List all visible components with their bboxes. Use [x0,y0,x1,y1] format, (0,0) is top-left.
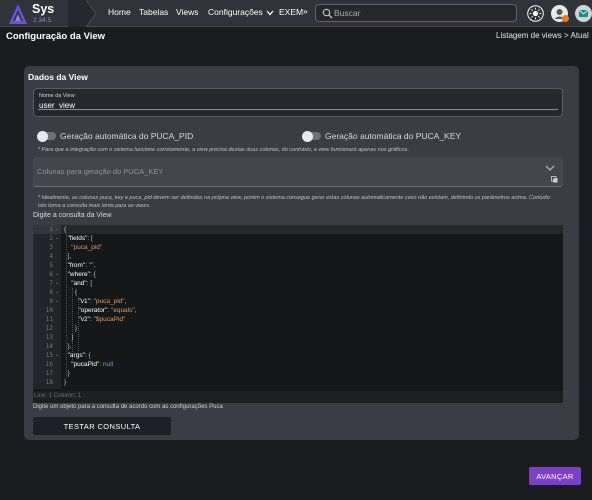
user-settings-icon[interactable] [551,5,569,22]
notifications-icon[interactable] [575,5,592,22]
breadcrumb[interactable]: Listagem de views > Atual [496,31,589,40]
search-icon [322,8,333,19]
nav-configuracoes-label: Configurações [208,7,263,17]
toggle-puca-pid[interactable] [37,130,56,142]
fold-marker[interactable]: ⌄ [55,352,60,358]
search-input[interactable]: Buscar [315,4,517,22]
brand-divider [68,0,96,27]
nav-configuracoes[interactable]: Configurações [208,7,274,17]
fold-marker[interactable]: ⌄ [55,298,60,304]
line-number: 9 [49,298,53,305]
fold-marker[interactable]: ⌄ [55,271,60,277]
notifications-glyph [578,9,589,17]
columns-placeholder: Colunas para geração do PUCA_KEY [37,167,164,176]
code-line: "puca_pid" [71,244,103,251]
test-query-button[interactable]: TESTAR CONSULTA [33,417,171,435]
line-number: 15 [45,352,53,359]
fold-marker[interactable]: ⌄ [55,280,60,286]
line-number: 2 [49,235,53,242]
fold-marker[interactable]: ⌄ [55,235,60,241]
nav-views[interactable]: Views [176,7,199,17]
line-number: 14 [45,343,53,350]
active-line-highlight [61,225,563,234]
code-line: "where": { [67,271,96,278]
nav-home[interactable]: Home [108,7,131,17]
query-helper-text: Digite um objeto para a consulta de acor… [33,404,223,410]
code-line: }, [67,343,72,350]
toggle-puca-key-label: Geração automática do PUCA_KEY [325,131,462,141]
toggle-puca-key[interactable] [302,130,321,142]
toggle-puca-pid-label: Geração automática do PUCA_PID [60,131,194,141]
search-placeholder: Buscar [334,8,361,18]
logo-icon[interactable] [8,3,28,25]
editor-status-bar: Line: 1 Column: 1 [33,391,563,403]
line-number: 11 [45,316,53,323]
top-navbar: Sys 2.34.5 Home Tabelas Views Configuraç… [0,0,592,27]
view-name-underline [38,109,558,110]
line-number: 17 [45,370,53,377]
line-number: 18 [45,379,53,386]
line-number: 16 [45,361,53,368]
chevron-down-icon [266,10,274,16]
app-name: Sys [32,2,55,16]
view-name-label: Nome da View [39,93,75,99]
code-line: ] [71,334,74,341]
copy-icon[interactable] [551,176,558,183]
nav-more-button[interactable]: » [303,6,308,16]
nav-tabelas[interactable]: Tabelas [139,7,168,17]
code-line: { [64,226,67,233]
toggle-knob [302,130,313,142]
code-line: { [74,289,78,296]
code-line: "and": [ [71,280,93,287]
code-line: ], [67,253,72,260]
section-title: Dados da View [28,72,88,82]
line-number: 12 [45,325,53,332]
code-line: } [67,370,70,377]
code-line: } [74,325,78,332]
line-number: 1 [49,226,53,233]
settings-badge [562,15,569,22]
integration-hint: * Para que a integração com o sistema fu… [38,147,409,153]
line-number: 6 [49,271,53,278]
chevron-down-icon[interactable] [545,164,555,172]
test-query-label: TESTAR CONSULTA [63,422,141,431]
code-line: "from": "", [67,262,96,269]
code-line: "fields": [ [67,235,93,242]
code-line: "args": { [67,352,91,359]
line-number: 10 [45,307,53,314]
line-number: 3 [49,244,53,251]
app-version: 2.34.5 [33,17,52,24]
code-line: "operator": "equals", [78,307,137,314]
brightness-icon[interactable] [527,5,544,22]
query-label: Digite a consulta da View [33,212,112,219]
toggle-knob [37,130,48,142]
cursor-position: Line: 1 Column: 1 [34,393,82,399]
line-number: 7 [49,280,53,287]
advance-label: AVANÇAR [536,472,574,481]
view-name-field[interactable]: Nome da View user_view_ [33,88,563,117]
code-line: "v1": "puca_pid", [78,298,127,305]
advance-button[interactable]: AVANÇAR [529,467,581,485]
puca-key-columns-select[interactable]: Colunas para geração do PUCA_KEY [33,157,563,187]
fold-marker[interactable]: ⌄ [55,226,60,232]
fold-marker[interactable]: ⌄ [55,289,60,295]
line-number: 4 [49,253,53,260]
code-line: } [64,379,67,386]
code-line: "pucaPid": null [71,361,114,368]
query-code-editor[interactable]: 1 2 3 4 5 6 7 8 9 10 11 12 13 14 15 16 1… [33,225,563,403]
indent-guide [78,297,79,351]
nav-exemplo[interactable]: EXEMP [279,7,303,17]
page-title: Configuração da View [6,31,106,42]
line-number: 5 [49,262,53,269]
columns-hint: * Idealmente, as colunas puca_key e puca… [38,195,550,209]
line-number: 8 [49,289,53,296]
code-line: "v2": "$pucaPid" [78,316,126,323]
line-number: 13 [45,334,53,341]
